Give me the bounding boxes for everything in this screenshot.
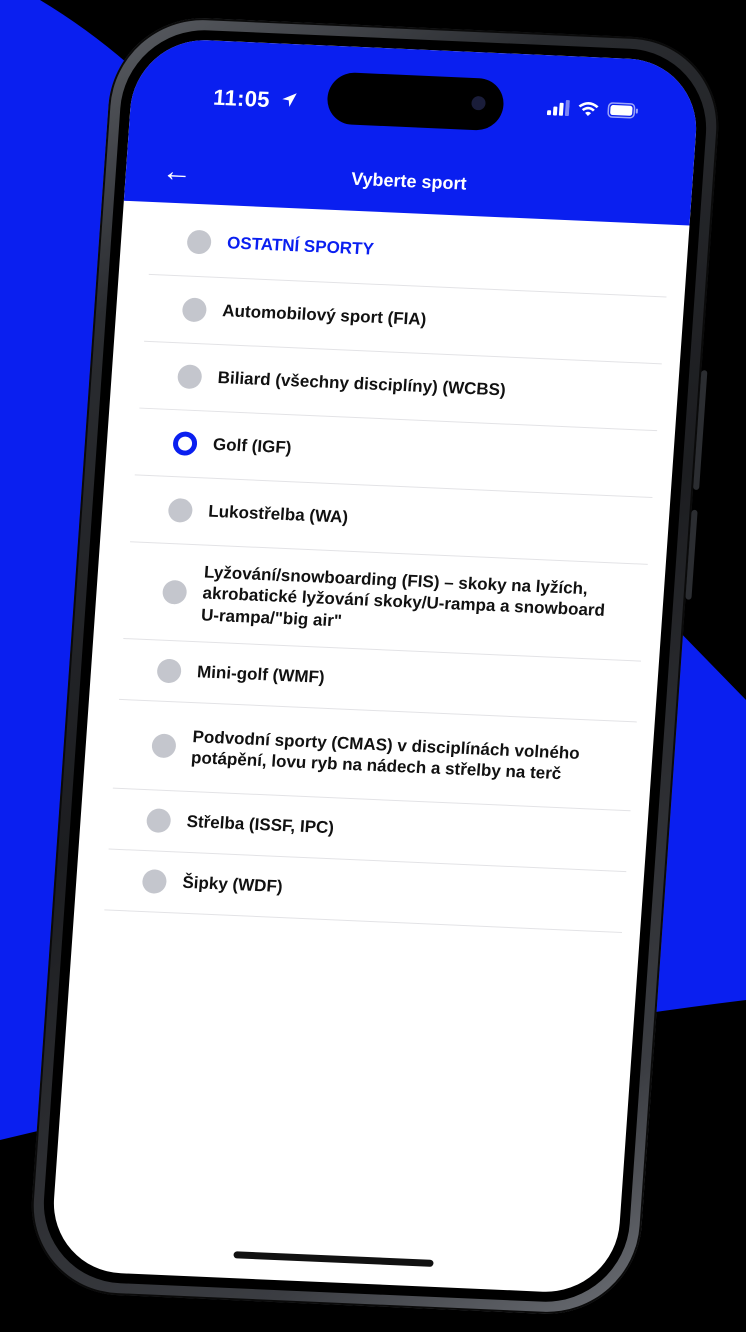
location-arrow-icon	[282, 93, 297, 107]
radio-unselected-icon[interactable]	[176, 364, 203, 390]
sport-option-label: Střelba (ISSF, IPC)	[186, 812, 335, 838]
side-button	[693, 370, 708, 491]
status-time-text: 11:05	[212, 84, 271, 113]
radio-unselected-icon[interactable]	[186, 229, 212, 255]
radio-unselected-icon[interactable]	[141, 869, 168, 895]
phone-bezel: 11:05 ← Vyberte sport OSTATNÍ SPORTY Aut…	[38, 26, 712, 1306]
status-time: 11:05	[212, 85, 299, 115]
radio-unselected-icon[interactable]	[156, 658, 182, 684]
app-screen: 11:05 ← Vyberte sport OSTATNÍ SPORTY Aut…	[49, 37, 701, 1295]
battery-icon	[607, 102, 638, 119]
sport-option-label: OSTATNÍ SPORTY	[226, 233, 375, 260]
sport-option-label: Mini-golf (WMF)	[196, 662, 326, 688]
radio-unselected-icon[interactable]	[167, 497, 194, 523]
dynamic-island	[325, 71, 506, 132]
radio-selected-icon[interactable]	[172, 431, 198, 457]
radio-unselected-icon[interactable]	[161, 579, 188, 605]
camera-icon	[471, 95, 486, 111]
sport-list: OSTATNÍ SPORTY Automobilový sport (FIA) Bi…	[74, 205, 689, 934]
home-indicator[interactable]	[233, 1251, 434, 1267]
sport-option-label: Golf (IGF)	[212, 435, 293, 458]
sport-option-label: Lyžování/snowboarding (FIS) – skoky na l…	[200, 562, 606, 631]
sport-option-label: Lukostřelba (WA)	[207, 502, 349, 528]
status-icons	[546, 99, 640, 119]
radio-unselected-icon[interactable]	[151, 733, 177, 759]
phone-mockup: 11:05 ← Vyberte sport OSTATNÍ SPORTY Aut…	[0, 0, 746, 1332]
signal-icon	[546, 100, 570, 117]
sport-option-label: Podvodní sporty (CMAS) v disciplínách vo…	[190, 726, 581, 784]
radio-unselected-icon[interactable]	[181, 297, 208, 323]
page-title: Vyberte sport	[350, 168, 468, 194]
phone-frame: 11:05 ← Vyberte sport OSTATNÍ SPORTY Aut…	[25, 14, 725, 1318]
wifi-icon	[578, 101, 599, 116]
app-header: 11:05 ← Vyberte sport	[123, 37, 701, 226]
sport-option-label: Šipky (WDF)	[181, 873, 284, 897]
radio-unselected-icon[interactable]	[145, 808, 172, 834]
side-button	[685, 509, 698, 600]
sport-option-label: Biliard (všechny disciplíny) (WCBS)	[217, 368, 507, 400]
sport-option-label: Automobilový sport (FIA)	[221, 301, 427, 330]
